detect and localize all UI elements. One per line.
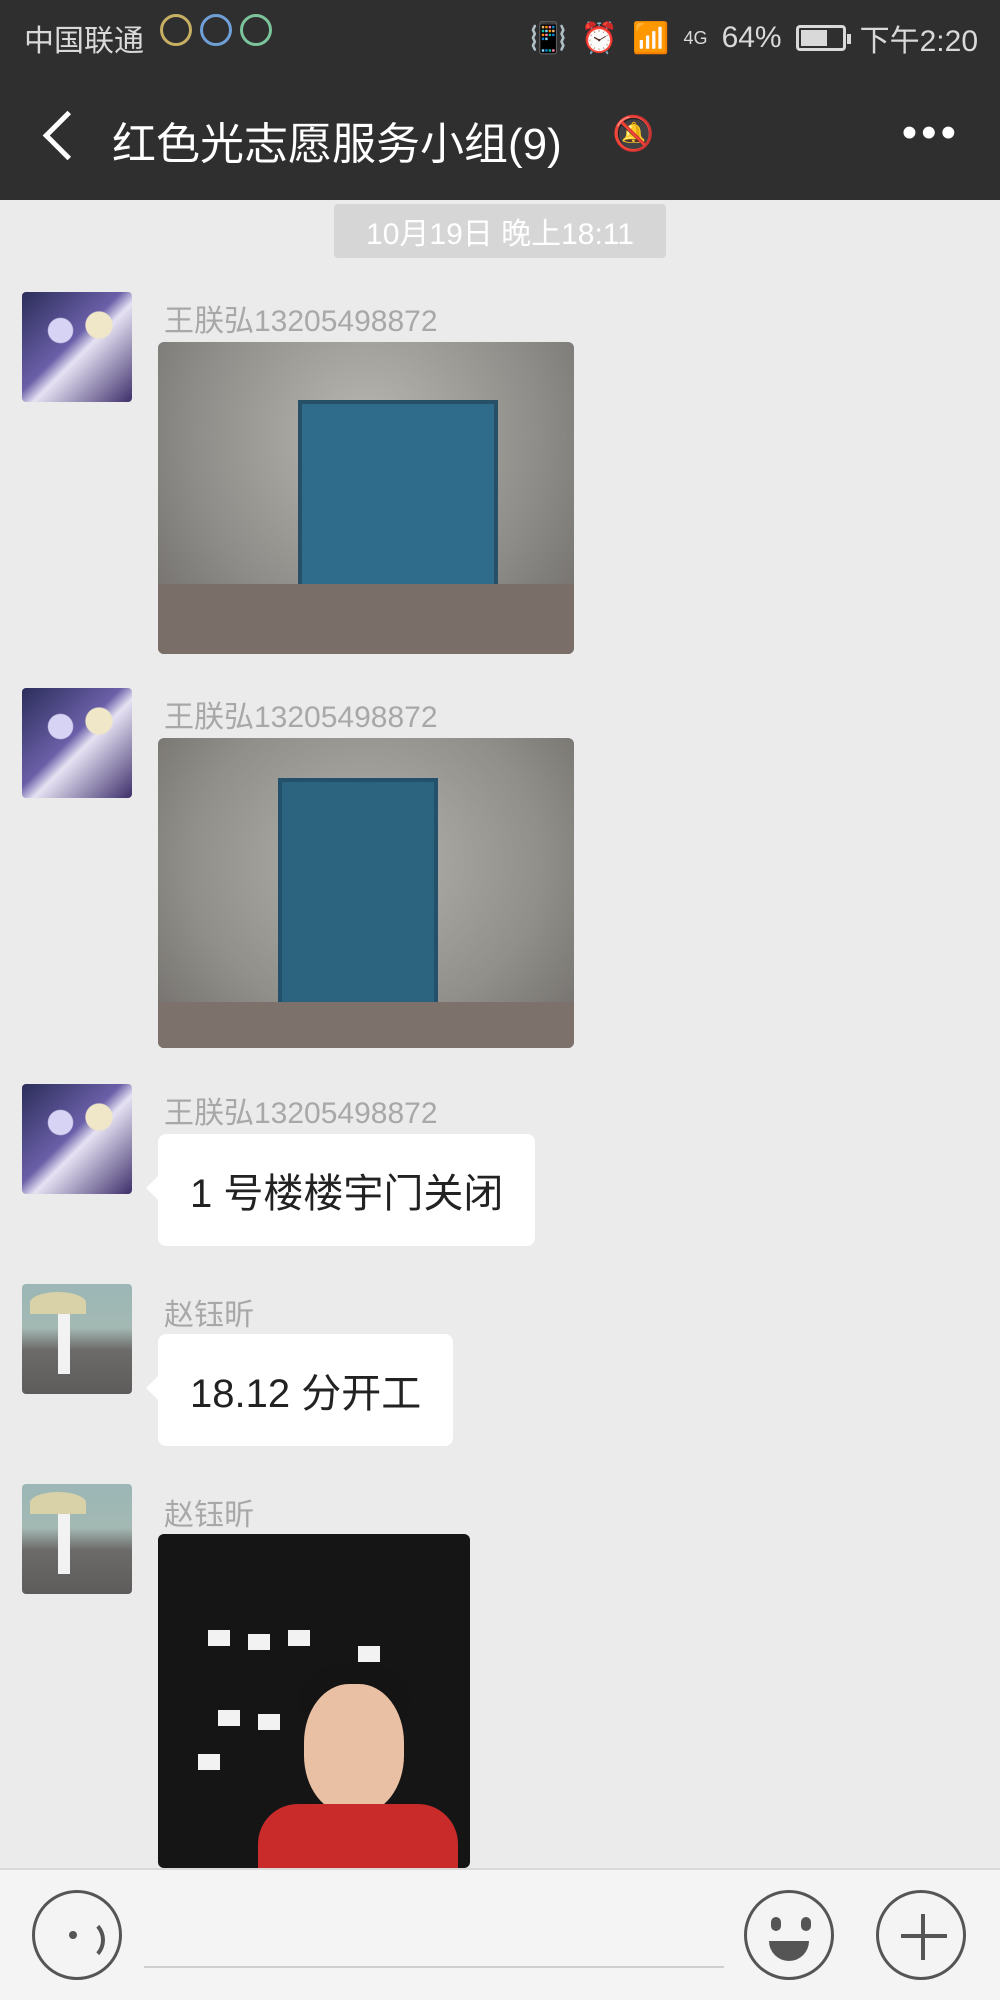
wifi-icon: 📶 (632, 21, 670, 55)
clock: 下午2:20 (859, 25, 978, 58)
input-bar (0, 1868, 1000, 2000)
vibrate-icon: 📳 (529, 21, 567, 55)
app-notification-icon (200, 14, 232, 46)
image-floor (158, 1002, 574, 1048)
alarm-icon: ⏰ (580, 21, 619, 55)
avatar[interactable] (22, 292, 132, 402)
image-door (278, 778, 438, 1010)
voice-icon[interactable] (32, 1890, 122, 1980)
image-door (298, 400, 498, 600)
sender-name: 王朕弘13205498872 (164, 701, 438, 734)
status-bar: 中国联通 📳 ⏰ 📶 4G 64% 下午2:20 (0, 0, 1000, 68)
image-floor (158, 584, 574, 654)
status-right: 📳 ⏰ 📶 4G 64% 下午2:20 (529, 16, 978, 60)
image-person-face (304, 1684, 404, 1814)
message-image[interactable] (158, 342, 574, 654)
message-image[interactable] (158, 738, 574, 1048)
battery-percent: 64% (721, 21, 782, 54)
image-window (218, 1710, 240, 1726)
message-bubble[interactable]: 18.12 分开工 (145, 1334, 454, 1446)
image-window (208, 1630, 230, 1646)
image-window (198, 1754, 220, 1770)
image-window (248, 1634, 270, 1650)
carrier-label: 中国联通 (24, 25, 144, 58)
chat-title: 红色光志愿服务小组(9) (112, 120, 562, 169)
message-bubble[interactable]: 1 号楼楼宇门关闭 (145, 1134, 536, 1246)
message-notification-icon (240, 14, 272, 46)
network-type: 4G (683, 27, 708, 48)
avatar[interactable] (22, 1484, 132, 1594)
sender-name: 王朕弘13205498872 (164, 1097, 438, 1130)
bell-mute-icon: 🔕 (612, 115, 655, 153)
avatar[interactable] (22, 688, 132, 798)
chat-timestamp: 10月19日 晚上18:11 (334, 204, 666, 258)
image-window (258, 1714, 280, 1730)
back-arrow-icon[interactable] (36, 108, 86, 164)
mail-notification-icon (160, 14, 192, 46)
chat-header: 红色光志愿服务小组(9) 🔕 ••• (0, 68, 1000, 200)
image-person-shirt (258, 1804, 458, 1868)
avatar[interactable] (22, 1284, 132, 1394)
message-input[interactable] (144, 1966, 724, 1968)
image-window (288, 1630, 310, 1646)
image-window (358, 1646, 380, 1662)
avatar[interactable] (22, 1084, 132, 1194)
plus-icon[interactable] (876, 1890, 966, 1980)
emoji-icon[interactable] (744, 1890, 834, 1980)
more-dots-icon[interactable]: ••• (902, 108, 960, 158)
battery-fill (800, 30, 827, 46)
notification-icons (160, 14, 272, 46)
battery-icon (795, 25, 851, 51)
message-image[interactable] (158, 1534, 470, 1868)
sender-name: 赵钰昕 (164, 1499, 254, 1532)
sender-name: 赵钰昕 (164, 1299, 254, 1332)
sender-name: 王朕弘13205498872 (164, 305, 438, 338)
